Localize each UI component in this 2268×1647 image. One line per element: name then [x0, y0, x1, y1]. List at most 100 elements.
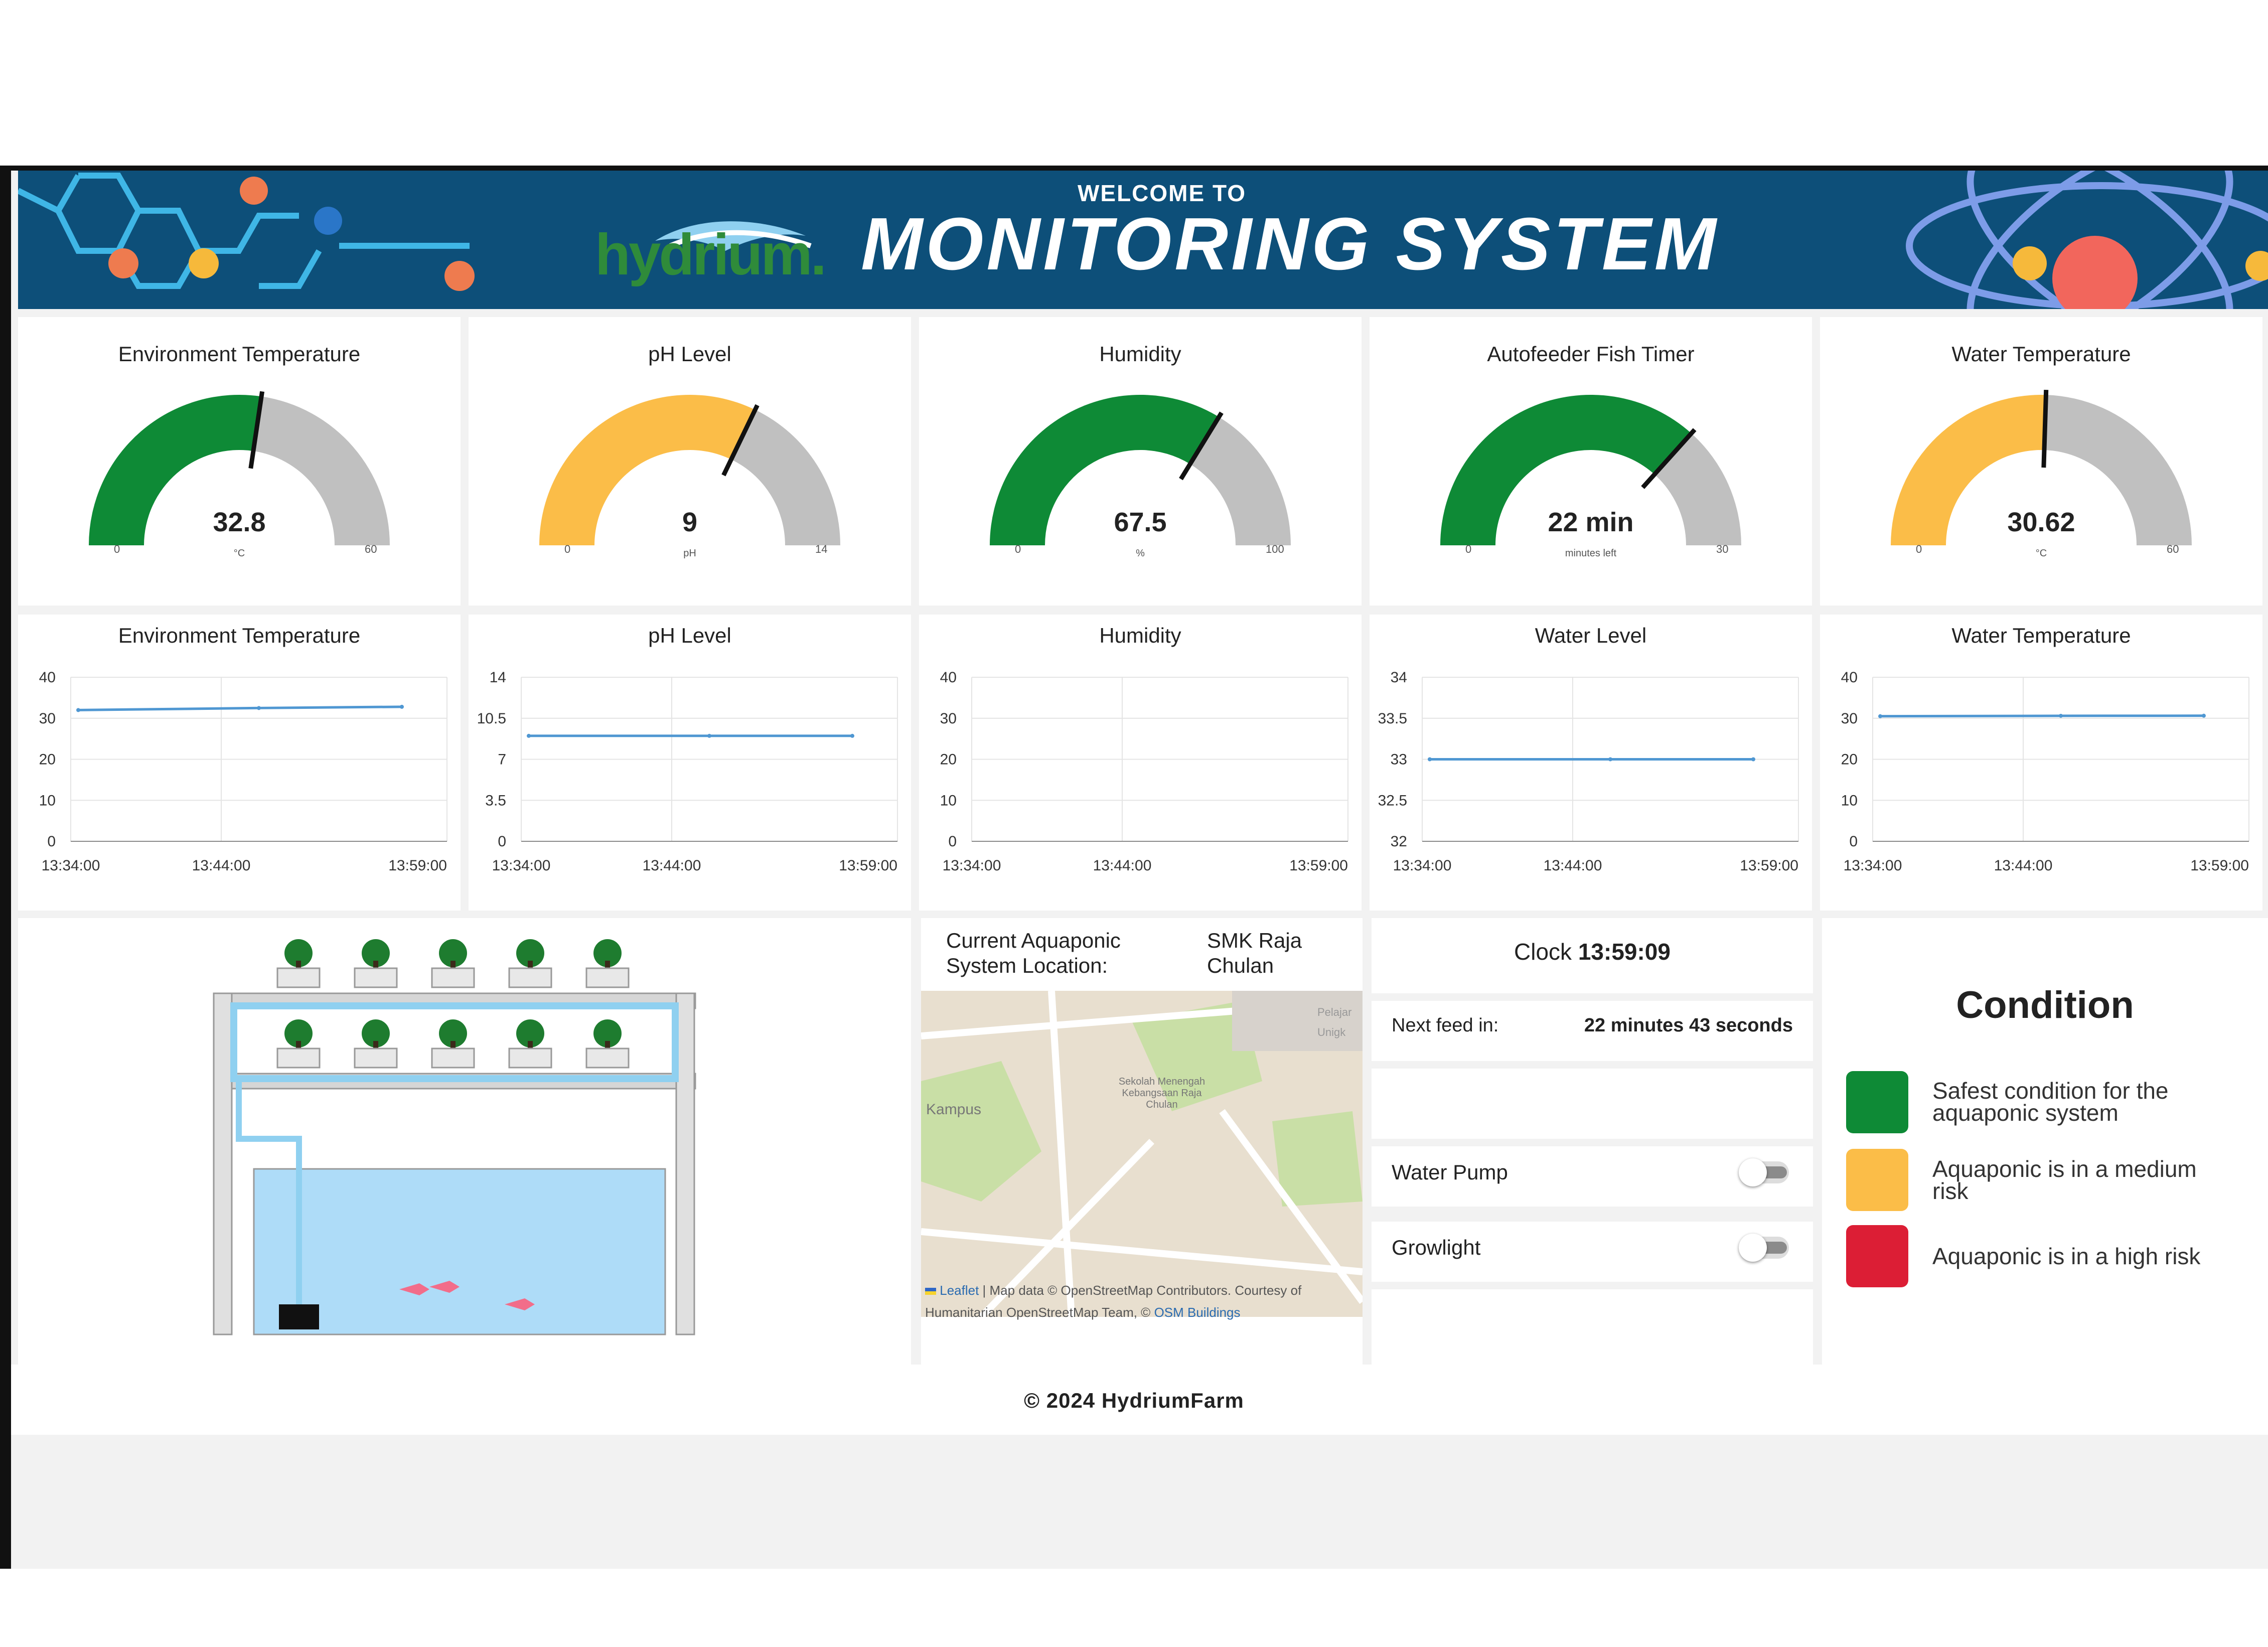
- water-pump-toggle[interactable]: [1739, 1158, 1789, 1186]
- clock: Clock 13:59:09: [1372, 938, 1813, 965]
- gauge-unit: °C: [233, 548, 245, 559]
- feed-card: Next feed in: 22 minutes 43 seconds: [1372, 1001, 1813, 1061]
- x-tick-label: 13:34:00: [1844, 857, 1902, 874]
- gauge-card: Environment Temperature 32.8 °C 0 60: [18, 317, 461, 606]
- y-tick-label: 10: [940, 792, 957, 809]
- osm-buildings-link[interactable]: OSM Buildings: [1154, 1305, 1241, 1320]
- data-point[interactable]: [1751, 757, 1755, 762]
- gauge-title: pH Level: [648, 342, 731, 366]
- gauge-min: 0: [1916, 543, 1922, 555]
- y-tick-label: 10.5: [477, 710, 506, 727]
- line-chart: 32 32.5 33 33.5 34 13:34:00 13:44:00 13:59:00: [1378, 669, 1799, 874]
- gauge-min: 0: [1465, 543, 1472, 555]
- gauge-unit: pH: [683, 548, 696, 559]
- chart-card: Water Level 32 32.5 33 33.5 34 13:34:00 13:44:0…: [1370, 615, 1812, 911]
- y-tick-label: 20: [940, 752, 957, 768]
- map-label-unigk: Unigk: [1317, 1026, 1346, 1038]
- x-tick-label: 13:44:00: [192, 857, 251, 874]
- gauge-card: Water Temperature 30.62 °C 0 60: [1820, 317, 2262, 606]
- data-point[interactable]: [76, 708, 80, 712]
- gauge-value: 22 min: [1548, 507, 1634, 537]
- plant-icon: [428, 938, 478, 988]
- data-point[interactable]: [257, 706, 261, 710]
- controls-footer-card: [1372, 1289, 1813, 1365]
- data-point[interactable]: [2059, 713, 2063, 718]
- line-chart: 0 10 20 30 40 13:34:00 13:44:00 13:59:00: [940, 669, 1348, 874]
- gauge-value: 67.5: [1114, 507, 1167, 537]
- x-tick-label: 13:59:00: [1740, 857, 1798, 874]
- location-value: SMK Raja Chulan: [1207, 929, 1302, 977]
- clock-value: 13:59:09: [1578, 939, 1671, 965]
- gauge-title: Autofeeder Fish Timer: [1487, 342, 1695, 366]
- y-tick-label: 0: [47, 833, 56, 850]
- gauge-unit: %: [1136, 548, 1145, 559]
- condition-card: Condition Safest condition for the aquap…: [1822, 918, 2268, 1365]
- condition-title: Condition: [1956, 984, 2134, 1026]
- map-attribution: Leaflet | Map data © OpenStreetMap Contr…: [925, 1279, 1362, 1323]
- x-tick-label: 13:34:00: [1393, 857, 1452, 874]
- location-map[interactable]: Kampus Sekolah Menengah Kebangsaan Raja …: [921, 991, 1363, 1317]
- gauge-max: 60: [2167, 543, 2179, 555]
- condition-swatch-safe: [1846, 1071, 1908, 1133]
- gauge-max: 14: [815, 543, 828, 555]
- data-point[interactable]: [1428, 757, 1432, 762]
- gauge-card: pH Level 9 pH 0 14: [469, 317, 911, 606]
- gauge-value: 9: [682, 507, 698, 537]
- toggle-knob: [1739, 1158, 1767, 1186]
- toggle-knob: [1739, 1234, 1767, 1262]
- series-line: [78, 705, 402, 711]
- footer-text: © 2024 HydriumFarm: [1024, 1389, 1244, 1412]
- condition-swatch-high: [1846, 1225, 1908, 1287]
- condition-text-safe: Safest condition for the aquaponic syste…: [1932, 1078, 2169, 1126]
- clock-label: Clock: [1514, 939, 1572, 965]
- plant-icon: [582, 1018, 633, 1069]
- gauge-max: 100: [1266, 543, 1284, 555]
- x-tick-label: 13:34:00: [943, 857, 1001, 874]
- data-point[interactable]: [850, 733, 854, 738]
- gauge-min: 0: [1015, 543, 1021, 555]
- y-tick-label: 20: [1841, 752, 1858, 768]
- condition-text-medium: Aquaponic is in a medium risk: [1932, 1156, 2197, 1204]
- gauge-max: 60: [365, 543, 377, 555]
- x-tick-label: 13:44:00: [1093, 857, 1152, 874]
- x-tick-label: 13:44:00: [1994, 857, 2053, 874]
- chart-card: Humidity 0 10 20 30 40 13:34:00 13:44:00 13:59:0…: [919, 615, 1362, 911]
- x-tick-label: 13:59:00: [839, 857, 897, 874]
- y-tick-label: 20: [39, 752, 56, 768]
- water-pump-label: Water Pump: [1392, 1160, 1508, 1184]
- y-tick-label: 10: [39, 792, 56, 809]
- gauge-value: 32.8: [213, 507, 266, 537]
- condition-swatch-medium: [1846, 1149, 1908, 1211]
- x-tick-label: 13:34:00: [492, 857, 551, 874]
- gauge-card: Autofeeder Fish Timer 22 min minutes left 0…: [1370, 317, 1812, 606]
- gauge-min: 0: [564, 543, 571, 555]
- y-tick-label: 0: [948, 833, 957, 850]
- data-point[interactable]: [1878, 714, 1882, 718]
- header-banner: hydrium. WELCOME TO MONITORING SYSTEM: [18, 171, 2268, 309]
- data-point[interactable]: [1608, 757, 1612, 762]
- y-tick-label: 0: [498, 833, 506, 850]
- gauge-unit: minutes left: [1565, 548, 1617, 559]
- plant-icon: [582, 938, 633, 988]
- page-title: MONITORING SYSTEM: [861, 203, 1719, 285]
- chart-card: Environment Temperature 0 10 20 30 40 13:34:00…: [18, 615, 461, 911]
- y-tick-label: 7: [498, 752, 506, 768]
- data-point[interactable]: [707, 733, 711, 738]
- data-point[interactable]: [527, 733, 531, 738]
- growlight-toggle[interactable]: [1739, 1234, 1789, 1262]
- y-tick-label: 30: [1841, 710, 1858, 727]
- logo-text: hydrium.: [595, 222, 827, 287]
- next-feed-value: 22 minutes 43 seconds: [1584, 1015, 1793, 1036]
- location-card: Current Aquaponic System Location: SMK R…: [921, 918, 1363, 1365]
- x-tick-label: 13:59:00: [2190, 857, 2249, 874]
- plant-icon: [428, 1018, 478, 1069]
- y-tick-label: 32: [1391, 833, 1407, 850]
- x-tick-label: 13:59:00: [1289, 857, 1348, 874]
- growlight-label: Growlight: [1392, 1236, 1481, 1259]
- data-point[interactable]: [400, 704, 404, 709]
- spacer-card: [1372, 1069, 1813, 1139]
- line-chart: 0 3.5 7 10.5 14 13:34:00 13:44:00 13:59:00: [477, 669, 898, 874]
- data-point[interactable]: [2202, 713, 2206, 718]
- gauge-needle: [2041, 390, 2049, 468]
- leaflet-link[interactable]: Leaflet: [940, 1283, 979, 1298]
